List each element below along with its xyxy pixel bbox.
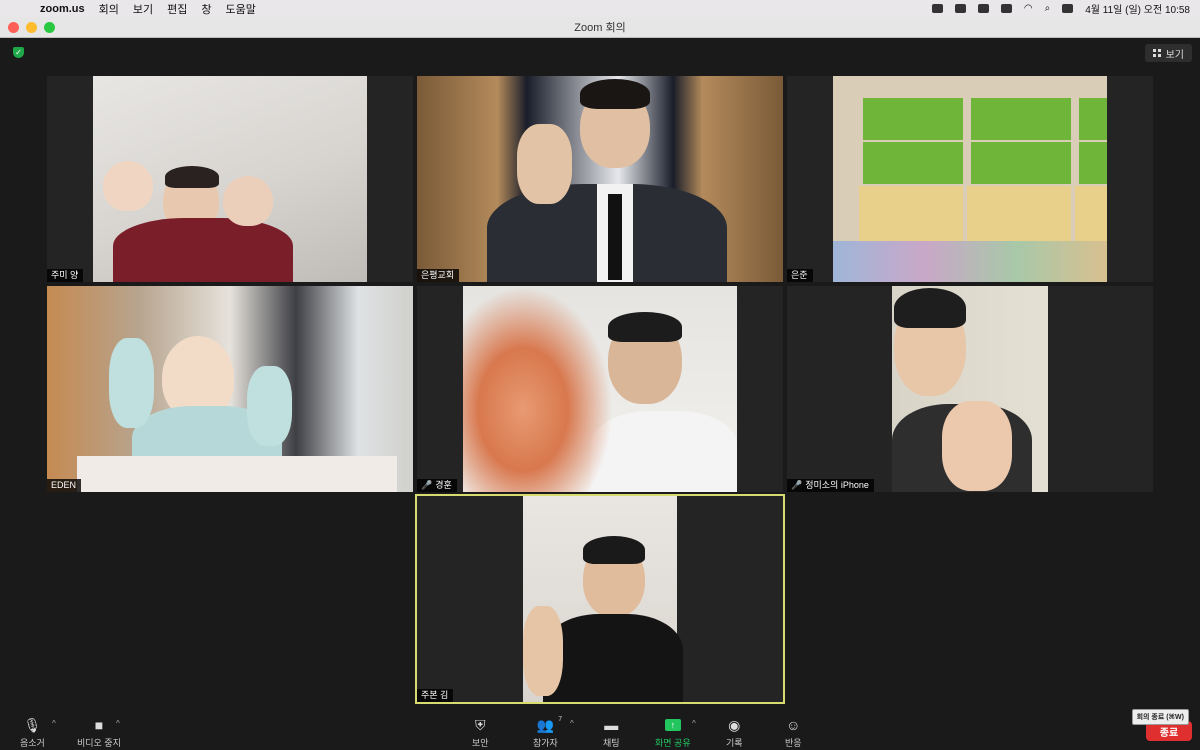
wifi-icon[interactable]: ◠ — [1024, 3, 1033, 14]
participant-name-label: EDEN — [47, 479, 82, 492]
muted-mic-icon: 🎤 — [791, 480, 803, 490]
meeting-toolbar: 🎙 음소거 ^ ■ 비디오 중지 ^ ⛨ 보안 👥 7 참가자 ^ ▬ 채팅 ↑ … — [0, 709, 1200, 750]
participant-name-label: 은평교회 — [417, 269, 460, 282]
video-camera-icon: ■ — [94, 717, 104, 733]
participant-name-label: 🎤 경훈 — [417, 479, 457, 492]
battery-icon[interactable] — [1000, 4, 1012, 13]
record-button[interactable]: ◉ 기록 — [726, 716, 743, 749]
participant-video — [93, 76, 367, 282]
microphone-icon: 🎙 — [23, 716, 42, 733]
participant-video — [892, 286, 1048, 492]
record-icon: ◉ — [728, 716, 741, 733]
control-center-icon[interactable] — [1062, 4, 1074, 13]
fullscreen-window-button[interactable] — [44, 22, 55, 33]
menu-app-name[interactable]: zoom.us — [40, 3, 85, 15]
menubar-datetime[interactable]: 4월 11일 (일) 오전 10:58 — [1085, 1, 1190, 16]
encryption-shield-icon[interactable]: ✓ — [13, 47, 24, 58]
window-title: Zoom 회의 — [574, 22, 626, 34]
share-screen-icon: ↑ — [664, 716, 681, 734]
search-icon[interactable]: ⌕ — [1045, 3, 1051, 14]
participants-count: 7 — [558, 716, 563, 723]
view-button[interactable]: 보기 — [1144, 44, 1192, 62]
menu-view[interactable]: 보기 — [133, 1, 153, 17]
participant-tile[interactable]: 🎤 정미소의 iPhone — [787, 286, 1153, 492]
stop-video-button[interactable]: ■ 비디오 중지 — [77, 716, 121, 749]
mute-button[interactable]: 🎙 음소거 — [20, 716, 45, 749]
chat-button[interactable]: ▬ 채팅 — [603, 716, 620, 749]
participant-video — [523, 496, 683, 702]
macos-menubar: zoom.us 회의 보기 편집 창 도움말 ◠ ⌕ 4월 11일 (일) 오전… — [0, 0, 1200, 17]
menu-edit[interactable]: 편집 — [167, 1, 187, 17]
app-status-icon[interactable] — [954, 4, 966, 13]
menu-meeting[interactable]: 회의 — [99, 1, 119, 17]
window-titlebar: Zoom 회의 — [0, 17, 1200, 38]
window-controls — [8, 22, 55, 33]
chat-bubble-icon: ▬ — [604, 717, 619, 733]
menu-window[interactable]: 창 — [201, 1, 211, 17]
minimize-window-button[interactable] — [26, 22, 37, 33]
participant-video — [47, 286, 413, 492]
participant-tile[interactable]: 주미 양 — [47, 76, 413, 282]
smiley-plus-icon: ☺ — [786, 717, 801, 733]
participant-tile[interactable]: 은평교회 — [417, 76, 783, 282]
participant-tile[interactable]: 은준 — [787, 76, 1153, 282]
participant-name-label: 🎤 정미소의 iPhone — [787, 479, 874, 492]
view-button-label: 보기 — [1165, 49, 1184, 61]
participant-name-label: 은준 — [787, 269, 813, 282]
participant-tile-active-speaker[interactable]: 주본 김 — [415, 494, 785, 704]
menubar-status-area: ◠ ⌕ 4월 11일 (일) 오전 10:58 — [931, 0, 1190, 17]
close-window-button[interactable] — [8, 22, 19, 33]
grid-icon — [1152, 49, 1161, 57]
participant-video — [833, 76, 1107, 282]
share-screen-button[interactable]: ↑ 화면 공유 — [655, 716, 691, 749]
participant-name-label: 주미 양 — [47, 269, 84, 282]
participant-name-label: 주본 김 — [417, 689, 454, 702]
zoom-status-icon[interactable] — [931, 4, 943, 13]
participants-options-chevron-icon[interactable]: ^ — [570, 719, 574, 728]
meeting-gallery: ✓ 보기 주미 양 은평교회 은준 EDEN 🎤 경훈 🎤 정미소의 iPhon… — [0, 38, 1200, 713]
security-button[interactable]: ⛨ 보안 — [472, 716, 489, 749]
participants-icon: 👥 7 — [536, 716, 563, 733]
participant-video — [463, 286, 737, 492]
muted-mic-icon: 🎤 — [421, 480, 433, 490]
end-meeting-button[interactable]: 회의 종료 (⌘W) 종료 — [1131, 709, 1192, 741]
audio-options-chevron-icon[interactable]: ^ — [52, 719, 56, 728]
menu-help[interactable]: 도움말 — [226, 1, 256, 17]
participant-tile[interactable]: 🎤 경훈 — [417, 286, 783, 492]
participant-tile[interactable]: EDEN — [47, 286, 413, 492]
reactions-button[interactable]: ☺ 반응 — [785, 716, 802, 749]
shield-icon: ⛨ — [475, 716, 486, 733]
participant-video — [417, 76, 783, 282]
participants-button[interactable]: 👥 7 참가자 — [533, 716, 563, 749]
video-options-chevron-icon[interactable]: ^ — [116, 719, 120, 728]
end-meeting-tooltip: 회의 종료 (⌘W) — [1131, 709, 1189, 725]
app-status-icon[interactable] — [977, 4, 989, 13]
share-options-chevron-icon[interactable]: ^ — [692, 719, 696, 728]
